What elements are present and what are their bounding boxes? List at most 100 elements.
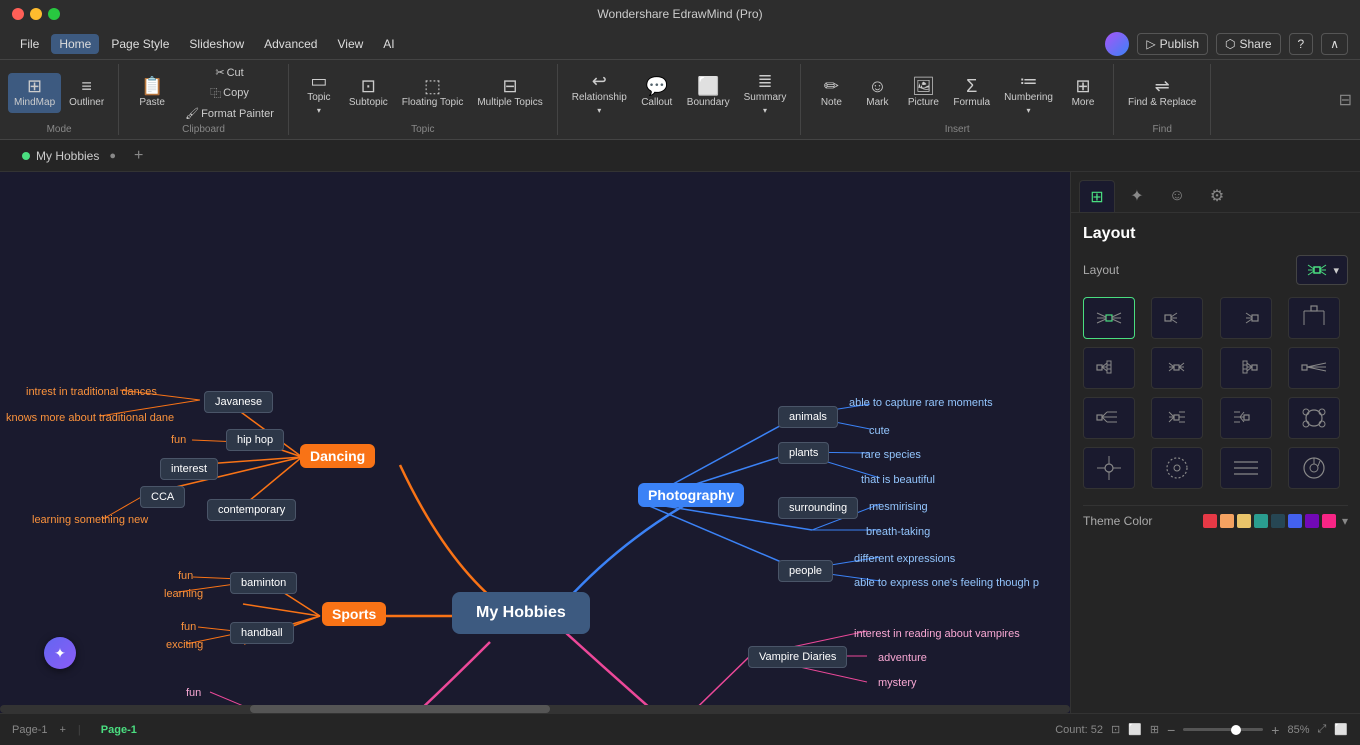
menu-slideshow[interactable]: Slideshow (181, 34, 252, 54)
node-surrounding[interactable]: surrounding (778, 497, 858, 519)
view-toggle-3[interactable]: ⊞ (1150, 723, 1159, 736)
maximize-button[interactable] (48, 8, 60, 20)
layout-option-6[interactable] (1220, 347, 1272, 389)
swatch-6[interactable] (1305, 514, 1319, 528)
floating-topic-button[interactable]: ⬚ Floating Topic (396, 73, 470, 113)
node-sports[interactable]: Sports (322, 602, 386, 626)
zoom-plus[interactable]: + (1271, 722, 1279, 738)
layout-option-13[interactable] (1151, 447, 1203, 489)
layout-option-2[interactable] (1220, 297, 1272, 339)
layout-option-0[interactable] (1083, 297, 1135, 339)
formula-button[interactable]: Σ Formula (947, 73, 996, 113)
panel-tab-style[interactable]: ✦ (1119, 180, 1155, 212)
node-plants[interactable]: plants (778, 442, 829, 464)
swatch-1[interactable] (1220, 514, 1234, 528)
node-dancing[interactable]: Dancing (300, 444, 375, 468)
minimize-button[interactable] (30, 8, 42, 20)
node-animals[interactable]: animals (778, 406, 838, 428)
publish-button[interactable]: ▷ Publish (1137, 33, 1208, 55)
layout-option-14[interactable] (1220, 447, 1272, 489)
outliner-button[interactable]: ≡ Outliner (63, 73, 110, 113)
page-tab-1[interactable]: Page-1 (93, 722, 145, 738)
swatch-2[interactable] (1237, 514, 1251, 528)
layout-option-8[interactable] (1083, 397, 1135, 439)
swatch-4[interactable] (1271, 514, 1285, 528)
boundary-button[interactable]: ⬜ Boundary (681, 73, 736, 113)
note-button[interactable]: ✏ Note (809, 73, 853, 113)
fit-screen-button[interactable]: ⤢ (1317, 723, 1326, 736)
zoom-slider[interactable] (1183, 728, 1263, 731)
menu-home[interactable]: Home (51, 34, 99, 54)
layout-option-4[interactable] (1083, 347, 1135, 389)
panel-tab-settings[interactable]: ⚙ (1199, 180, 1235, 212)
swatch-0[interactable] (1203, 514, 1217, 528)
layout-option-10[interactable] (1220, 397, 1272, 439)
relationship-button[interactable]: ↩ Relationship ▾ (566, 68, 633, 119)
paste-button[interactable]: 📋 Paste (127, 73, 177, 113)
copy-button[interactable]: ⿻ Copy (179, 83, 280, 103)
zoom-minus[interactable]: − (1167, 722, 1175, 738)
mark-button[interactable]: ☺ Mark (855, 73, 899, 113)
add-tab-button[interactable]: + (130, 147, 147, 165)
more-button[interactable]: ⊞ More (1061, 73, 1105, 113)
view-toggle-1[interactable]: ⊡ (1111, 723, 1120, 736)
menu-advanced[interactable]: Advanced (256, 34, 325, 54)
scrollbar-thumb[interactable] (250, 705, 550, 713)
node-handball[interactable]: handball (230, 622, 294, 644)
node-hiphop[interactable]: hip hop (226, 429, 284, 451)
swatch-3[interactable] (1254, 514, 1268, 528)
format-painter-button[interactable]: 🖌 Format Painter (179, 105, 280, 122)
menu-file[interactable]: File (12, 34, 47, 54)
canvas[interactable]: My Hobbies Dancing Javanese intrest in t… (0, 172, 1070, 713)
layout-option-3[interactable] (1288, 297, 1340, 339)
mindmap-button[interactable]: ⊞ MindMap (8, 73, 61, 113)
multiple-topics-button[interactable]: ⊟ Multiple Topics (471, 73, 548, 113)
layout-option-1[interactable] (1151, 297, 1203, 339)
help-button[interactable]: ? (1289, 33, 1314, 55)
share-button[interactable]: ⬡ Share (1216, 33, 1281, 55)
callout-button[interactable]: 💬 Callout (635, 73, 679, 113)
panel-tab-emoji[interactable]: ☺ (1159, 180, 1195, 212)
tab-close-icon[interactable]: ● (109, 150, 116, 162)
layout-option-5[interactable] (1151, 347, 1203, 389)
node-vampire-diaries[interactable]: Vampire Diaries (748, 646, 847, 668)
node-photography[interactable]: Photography (638, 483, 744, 507)
layout-select[interactable]: ▾ (1296, 255, 1348, 285)
swatch-7[interactable] (1322, 514, 1336, 528)
cut-button[interactable]: ✂ Cut (179, 64, 280, 81)
find-replace-button[interactable]: ⇌ Find & Replace (1122, 73, 1202, 113)
numbering-button[interactable]: ≔ Numbering ▾ (998, 68, 1059, 119)
layout-option-12[interactable] (1083, 447, 1135, 489)
tab-my-hobbies[interactable]: My Hobbies ● (12, 145, 126, 167)
horizontal-scrollbar[interactable] (0, 705, 1070, 713)
menu-view[interactable]: View (329, 34, 371, 54)
ai-assistant-icon[interactable]: ✦ (44, 637, 76, 669)
node-interest-d[interactable]: interest (160, 458, 218, 480)
node-cca[interactable]: CCA (140, 486, 185, 508)
node-javanese[interactable]: Javanese (204, 391, 273, 413)
layout-option-9[interactable] (1151, 397, 1203, 439)
menu-pagestyle[interactable]: Page Style (103, 34, 177, 54)
summary-button[interactable]: ≣ Summary ▾ (738, 68, 793, 119)
add-page-button[interactable]: + (59, 724, 65, 736)
node-people[interactable]: people (778, 560, 833, 582)
layout-option-15[interactable] (1288, 447, 1340, 489)
menu-ai[interactable]: AI (375, 34, 402, 54)
topic-button[interactable]: ▭ Topic ▾ (297, 68, 341, 119)
node-center[interactable]: My Hobbies (452, 592, 590, 634)
swatch-5[interactable] (1288, 514, 1302, 528)
picture-button[interactable]: 🖼 Picture (901, 73, 945, 113)
node-contemporary[interactable]: contemporary (207, 499, 296, 521)
subtopic-button[interactable]: ⊡ Subtopic (343, 73, 394, 113)
theme-color-expand[interactable]: ▾ (1342, 514, 1348, 528)
panel-tab-layout[interactable]: ⊞ (1079, 180, 1115, 212)
node-baminton[interactable]: baminton (230, 572, 297, 594)
collapse-button[interactable]: ∧ (1321, 33, 1348, 55)
fit-button[interactable]: ⊟ (1331, 64, 1360, 135)
close-button[interactable] (12, 8, 24, 20)
user-avatar[interactable] (1105, 32, 1129, 56)
layout-option-7[interactable] (1288, 347, 1340, 389)
full-screen-button[interactable]: ⬜ (1334, 723, 1348, 736)
layout-option-11[interactable] (1288, 397, 1340, 439)
view-toggle-2[interactable]: ⬜ (1128, 723, 1142, 736)
